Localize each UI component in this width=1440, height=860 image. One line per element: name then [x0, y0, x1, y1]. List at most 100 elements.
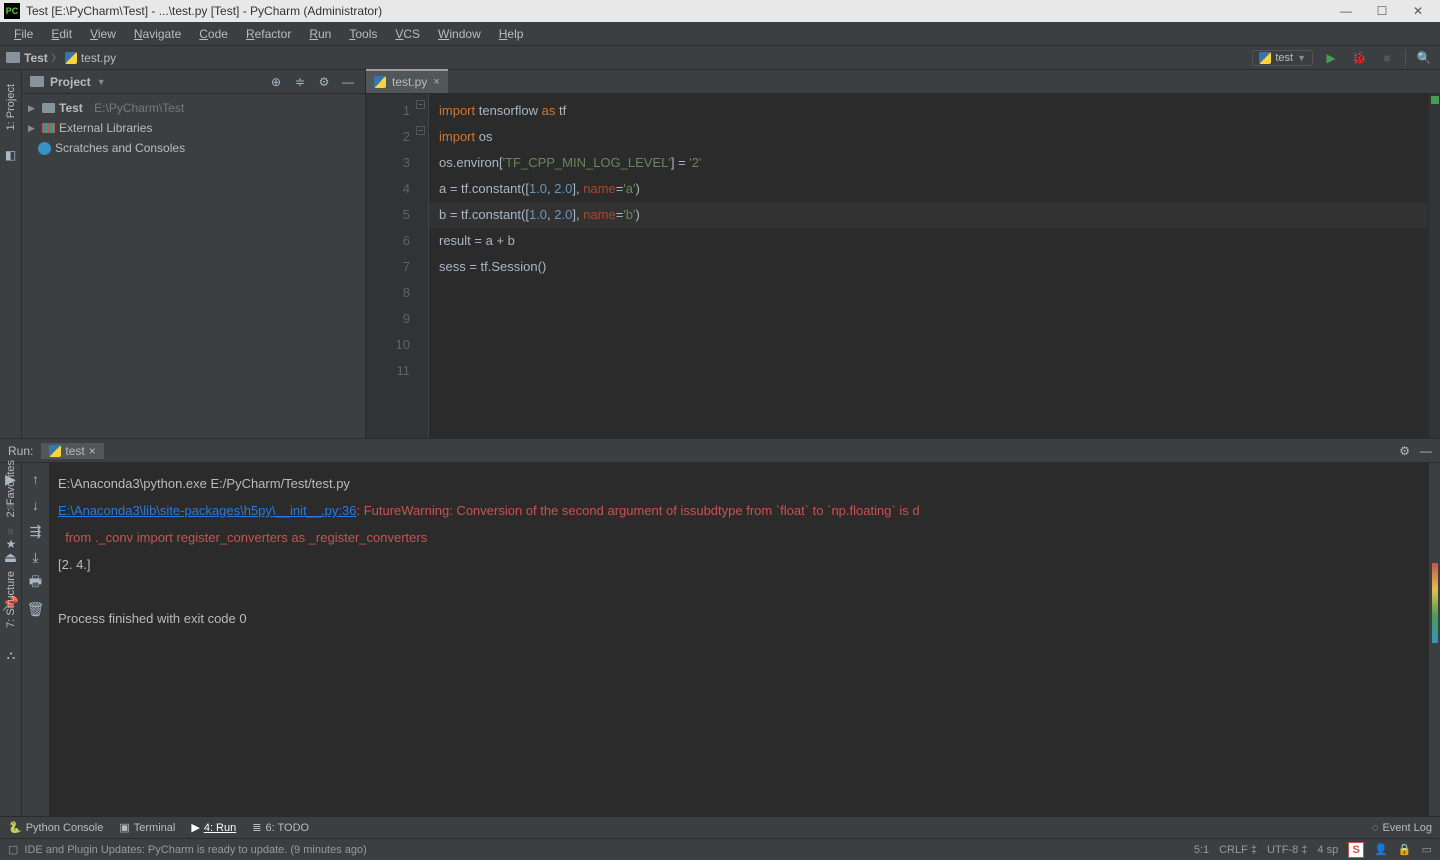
expand-arrow-icon[interactable]: ▶ — [28, 123, 38, 134]
output-color-indicator — [1432, 563, 1438, 643]
close-tab-icon[interactable]: × — [89, 444, 96, 458]
menu-navigate[interactable]: Navigate — [126, 25, 189, 43]
tree-row-scratches[interactable]: Scratches and Consoles — [22, 138, 365, 158]
ime-indicator-icon[interactable]: S — [1348, 842, 1364, 858]
folder-icon — [30, 76, 44, 87]
indent-config[interactable]: 4 sp — [1317, 844, 1338, 856]
star-icon[interactable]: ★ — [6, 537, 17, 551]
locate-file-button[interactable]: ⊕ — [267, 75, 285, 89]
file-link[interactable]: E:\Anaconda3\lib\site-packages\h5py\__in… — [58, 503, 356, 518]
run-config-selector[interactable]: test ▼ — [1252, 50, 1313, 66]
python-console-tab[interactable]: 🐍 Python Console — [8, 821, 103, 834]
tree-label: Scratches and Consoles — [55, 141, 185, 155]
hide-panel-button[interactable]: — — [339, 75, 357, 89]
todo-tab[interactable]: ≣ 6: TODO — [252, 821, 309, 834]
stop-button[interactable]: ■ — [1377, 48, 1397, 68]
run-button[interactable]: ▶ — [1321, 48, 1341, 68]
search-everywhere-button[interactable]: 🔍 — [1414, 48, 1434, 68]
code-line[interactable]: a = tf.constant([1.0, 2.0], name='a') — [439, 176, 1428, 202]
menu-view[interactable]: View — [82, 25, 124, 43]
editor-tab[interactable]: test.py × — [366, 69, 448, 93]
inspection-icon[interactable]: 👤 — [1374, 843, 1388, 856]
left-tool-rail: 1: Project ◧ — [0, 70, 22, 438]
run-panel-tab-label: test — [65, 444, 84, 458]
chevron-right-icon: 〉 — [52, 51, 61, 64]
fold-marker-icon[interactable]: − — [416, 100, 425, 109]
bookmark-icon[interactable]: ◧ — [5, 148, 16, 162]
breadcrumb-file[interactable]: test.py — [65, 51, 116, 65]
folder-icon — [6, 52, 20, 63]
run-panel-tab[interactable]: test × — [41, 443, 103, 459]
code-line[interactable]: import os — [439, 124, 1428, 150]
chevron-down-icon: ▼ — [1297, 53, 1306, 63]
project-tool-tab[interactable]: 1: Project — [5, 80, 17, 134]
menu-refactor[interactable]: Refactor — [238, 25, 299, 43]
close-tab-icon[interactable]: × — [433, 76, 439, 88]
tool-windows-icon[interactable]: ▢ — [8, 843, 18, 856]
python-file-icon — [1259, 52, 1271, 64]
window-title: Test [E:\PyCharm\Test] - ...\test.py [Te… — [26, 4, 382, 18]
menu-vcs[interactable]: VCS — [387, 25, 428, 43]
status-message: IDE and Plugin Updates: PyCharm is ready… — [24, 844, 366, 856]
scroll-to-end-button[interactable]: ⤓ — [28, 549, 44, 565]
down-button[interactable]: ↓ — [28, 497, 44, 513]
menu-run[interactable]: Run — [301, 25, 339, 43]
run-panel-header: Run: test × ⚙ — — [0, 439, 1440, 463]
fold-gutter[interactable]: − − — [416, 94, 428, 438]
caret-position[interactable]: 5:1 — [1194, 844, 1209, 856]
navigation-bar: Test 〉 test.py test ▼ ▶ 🐞 ■ 🔍 — [0, 46, 1440, 70]
print-button[interactable]: 🖶 — [28, 575, 44, 591]
menu-file[interactable]: File — [6, 25, 41, 43]
app-logo: PC — [4, 3, 20, 19]
memory-indicator[interactable]: ▭ — [1422, 843, 1432, 856]
editor-tab-label: test.py — [392, 75, 427, 89]
folder-icon — [42, 103, 55, 113]
event-log-tab[interactable]: ◌ Event Log — [1372, 822, 1432, 834]
run-output[interactable]: E:\Anaconda3\python.exe E:/PyCharm/Test/… — [50, 463, 1428, 816]
favorites-tool-tab[interactable]: 2: Favorites — [5, 460, 17, 517]
chevron-down-icon[interactable]: ▼ — [97, 77, 106, 87]
tree-row-project[interactable]: ▶ Test E:\PyCharm\Test — [22, 98, 365, 118]
hide-panel-button[interactable]: — — [1420, 444, 1432, 458]
project-tree[interactable]: ▶ Test E:\PyCharm\Test ▶ External Librar… — [22, 94, 365, 162]
breadcrumb-root[interactable]: Test 〉 — [6, 51, 61, 65]
code-line[interactable]: os.environ['TF_CPP_MIN_LOG_LEVEL'] = '2' — [439, 150, 1428, 176]
tree-label: External Libraries — [59, 121, 152, 135]
breadcrumb-file-label: test.py — [81, 51, 116, 65]
menu-window[interactable]: Window — [430, 25, 489, 43]
breadcrumb-root-label: Test — [24, 51, 48, 65]
tree-row-external-libs[interactable]: ▶ External Libraries — [22, 118, 365, 138]
collapse-all-button[interactable]: ≑ — [291, 75, 309, 89]
python-file-icon — [49, 445, 61, 457]
run-panel: Run: test × ⚙ — ▶ ■ ⏸ ⏏ 📌 ↑ ↓ ⇶ ⤓ 🖶 🗑 E:… — [0, 438, 1440, 816]
code-line[interactable]: sess = tf.Session() — [439, 254, 1428, 280]
close-button[interactable]: ✕ — [1408, 4, 1428, 18]
fold-marker-icon[interactable]: − — [416, 126, 425, 135]
error-stripe[interactable] — [1428, 94, 1440, 438]
line-separator[interactable]: CRLF — [1219, 844, 1248, 856]
file-encoding[interactable]: UTF-8 — [1267, 844, 1298, 856]
code-editor[interactable]: 1234567891011 − − import tensorflow as t… — [366, 94, 1440, 438]
menu-help[interactable]: Help — [491, 25, 532, 43]
code-line[interactable]: result = a + b — [439, 228, 1428, 254]
run-right-stripe — [1428, 463, 1440, 816]
soft-wrap-button[interactable]: ⇶ — [28, 523, 44, 539]
terminal-tab[interactable]: ▣ Terminal — [119, 821, 175, 834]
minimize-button[interactable]: — — [1336, 4, 1356, 18]
debug-button[interactable]: 🐞 — [1349, 48, 1369, 68]
structure-tool-tab[interactable]: 7: Structure — [5, 571, 17, 628]
clear-all-button[interactable]: 🗑 — [28, 601, 44, 617]
lock-icon[interactable]: 🔒 — [1398, 843, 1412, 856]
menu-code[interactable]: Code — [191, 25, 236, 43]
settings-gear-icon[interactable]: ⚙ — [1399, 444, 1410, 458]
up-button[interactable]: ↑ — [28, 471, 44, 487]
structure-icon[interactable]: ⛬ — [7, 648, 15, 663]
run-secondary-toolbar: ↑ ↓ ⇶ ⤓ 🖶 🗑 — [22, 463, 50, 816]
code-line[interactable]: import tensorflow as tf — [439, 98, 1428, 124]
settings-gear-icon[interactable]: ⚙ — [315, 75, 333, 89]
maximize-button[interactable]: ☐ — [1372, 4, 1392, 18]
run-tab[interactable]: ▶ 4: Run — [191, 821, 236, 834]
menu-tools[interactable]: Tools — [341, 25, 385, 43]
menu-edit[interactable]: Edit — [43, 25, 80, 43]
expand-arrow-icon[interactable]: ▶ — [28, 103, 38, 114]
